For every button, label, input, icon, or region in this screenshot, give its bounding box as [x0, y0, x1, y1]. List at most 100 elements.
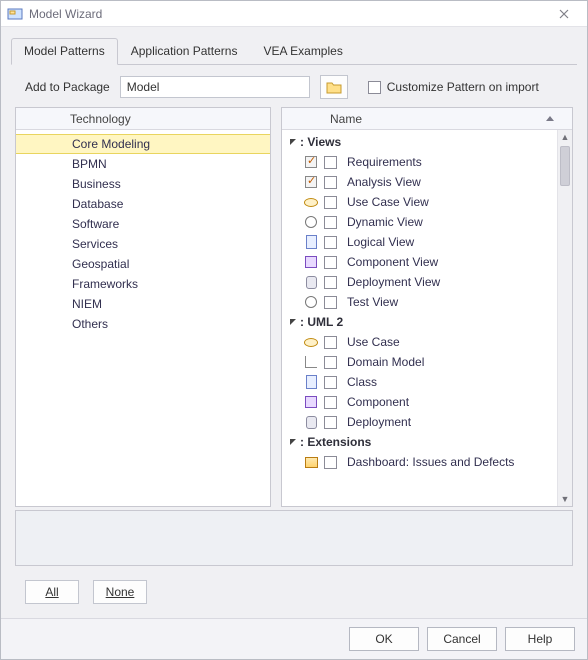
none-button[interactable]: None: [93, 580, 147, 604]
name-header[interactable]: Name: [282, 108, 572, 130]
name-header-label: Name: [330, 112, 362, 126]
tree-item-label: Deployment View: [347, 275, 440, 289]
tree-item[interactable]: Test View: [284, 292, 572, 312]
technology-header[interactable]: Technology: [16, 108, 270, 130]
tree-item-label: Component View: [347, 255, 438, 269]
gear-icon: [302, 214, 320, 230]
description-panel: [15, 510, 573, 566]
scroll-down-button[interactable]: ▼: [558, 492, 572, 506]
model-wizard-window: Model Wizard Model Patterns Application …: [0, 0, 588, 660]
tree-item[interactable]: Use Case: [284, 332, 572, 352]
technology-item[interactable]: Core Modeling: [16, 134, 270, 154]
dash-icon: [302, 454, 320, 470]
tree-item[interactable]: Use Case View: [284, 192, 572, 212]
technology-item[interactable]: Geospatial: [16, 254, 270, 274]
close-button[interactable]: [547, 4, 581, 24]
scrollbar[interactable]: ▲ ▼: [557, 130, 572, 506]
toolbar-row: Add to Package Customize Pattern on impo…: [1, 65, 587, 107]
cancel-button[interactable]: Cancel: [427, 627, 497, 651]
scroll-thumb[interactable]: [560, 146, 570, 186]
sort-caret-icon: [546, 116, 554, 121]
name-body: : Views Requirements Analysis View Use Case…: [282, 130, 572, 506]
tree-item[interactable]: Dashboard: Issues and Defects: [284, 452, 572, 472]
ok-button[interactable]: OK: [349, 627, 419, 651]
tab-application-patterns[interactable]: Application Patterns: [118, 38, 251, 65]
tree-group[interactable]: : UML 2: [284, 312, 572, 332]
browse-folder-button[interactable]: [320, 75, 348, 99]
tree-item-checkbox[interactable]: [324, 196, 337, 209]
tree-item-checkbox[interactable]: [324, 396, 337, 409]
expand-caret-icon[interactable]: [288, 437, 298, 447]
tree-item[interactable]: Deployment View: [284, 272, 572, 292]
technology-item[interactable]: Software: [16, 214, 270, 234]
tree-item[interactable]: Component View: [284, 252, 572, 272]
tree-icon: [302, 354, 320, 370]
expand-caret-icon[interactable]: [288, 317, 298, 327]
technology-item[interactable]: Business: [16, 174, 270, 194]
tree-group-label: : Extensions: [300, 435, 371, 449]
tree-item[interactable]: Dynamic View: [284, 212, 572, 232]
technology-item[interactable]: Frameworks: [16, 274, 270, 294]
tree-item-checkbox[interactable]: [324, 416, 337, 429]
tree-item[interactable]: Class: [284, 372, 572, 392]
gear-icon: [302, 294, 320, 310]
check-icon: [302, 174, 320, 190]
tree-item-label: Component: [347, 395, 409, 409]
tree-item-label: Requirements: [347, 155, 422, 169]
check-icon: [302, 154, 320, 170]
tab-strip: Model Patterns Application Patterns VEA …: [11, 37, 577, 65]
tree-item-label: Logical View: [347, 235, 414, 249]
ellipse-icon: [302, 334, 320, 350]
all-button[interactable]: All: [25, 580, 79, 604]
customize-checkbox[interactable]: [368, 81, 381, 94]
technology-item[interactable]: Services: [16, 234, 270, 254]
tree-item-checkbox[interactable]: [324, 376, 337, 389]
tree-item-label: Use Case View: [347, 195, 429, 209]
tree-item-label: Dashboard: Issues and Defects: [347, 455, 514, 469]
tree-item[interactable]: Logical View: [284, 232, 572, 252]
technology-body: Core ModelingBPMNBusinessDatabaseSoftwar…: [16, 130, 270, 506]
tab-vea-examples[interactable]: VEA Examples: [250, 38, 355, 65]
tree-item-checkbox[interactable]: [324, 256, 337, 269]
tree-item-checkbox[interactable]: [324, 336, 337, 349]
tree-item-checkbox[interactable]: [324, 216, 337, 229]
tree-item-checkbox[interactable]: [324, 456, 337, 469]
box-icon: [302, 394, 320, 410]
window-title: Model Wizard: [29, 7, 547, 21]
doc-icon: [302, 234, 320, 250]
tree-item-label: Deployment: [347, 415, 411, 429]
customize-checkbox-wrap[interactable]: Customize Pattern on import: [368, 80, 539, 94]
tree-item-label: Test View: [347, 295, 398, 309]
technology-header-label: Technology: [70, 112, 131, 126]
tree-item-checkbox[interactable]: [324, 276, 337, 289]
technology-panel: Technology Core ModelingBPMNBusinessData…: [15, 107, 271, 507]
tree-item-checkbox[interactable]: [324, 176, 337, 189]
bottom-left-buttons: All None: [1, 566, 587, 604]
tree-item[interactable]: Analysis View: [284, 172, 572, 192]
tree-item[interactable]: Deployment: [284, 412, 572, 432]
tree-item-label: Dynamic View: [347, 215, 423, 229]
tree-item[interactable]: Component: [284, 392, 572, 412]
tree-item-checkbox[interactable]: [324, 296, 337, 309]
title-bar: Model Wizard: [1, 1, 587, 27]
tree-item[interactable]: Domain Model: [284, 352, 572, 372]
tree-group[interactable]: : Views: [284, 132, 572, 152]
package-input[interactable]: [120, 76, 310, 98]
tree-item-label: Use Case: [347, 335, 400, 349]
tree-item-checkbox[interactable]: [324, 356, 337, 369]
expand-caret-icon[interactable]: [288, 137, 298, 147]
technology-item[interactable]: NIEM: [16, 294, 270, 314]
tab-model-patterns[interactable]: Model Patterns: [11, 38, 118, 65]
help-button[interactable]: Help: [505, 627, 575, 651]
doc-icon: [302, 374, 320, 390]
technology-item[interactable]: BPMN: [16, 154, 270, 174]
scroll-up-button[interactable]: ▲: [558, 130, 572, 144]
tree-group[interactable]: : Extensions: [284, 432, 572, 452]
name-panel: Name : Views Requirements Analysis View Use…: [281, 107, 573, 507]
dialog-button-row: OK Cancel Help: [1, 618, 587, 659]
technology-item[interactable]: Database: [16, 194, 270, 214]
tree-item[interactable]: Requirements: [284, 152, 572, 172]
technology-item[interactable]: Others: [16, 314, 270, 334]
tree-item-checkbox[interactable]: [324, 156, 337, 169]
tree-item-checkbox[interactable]: [324, 236, 337, 249]
